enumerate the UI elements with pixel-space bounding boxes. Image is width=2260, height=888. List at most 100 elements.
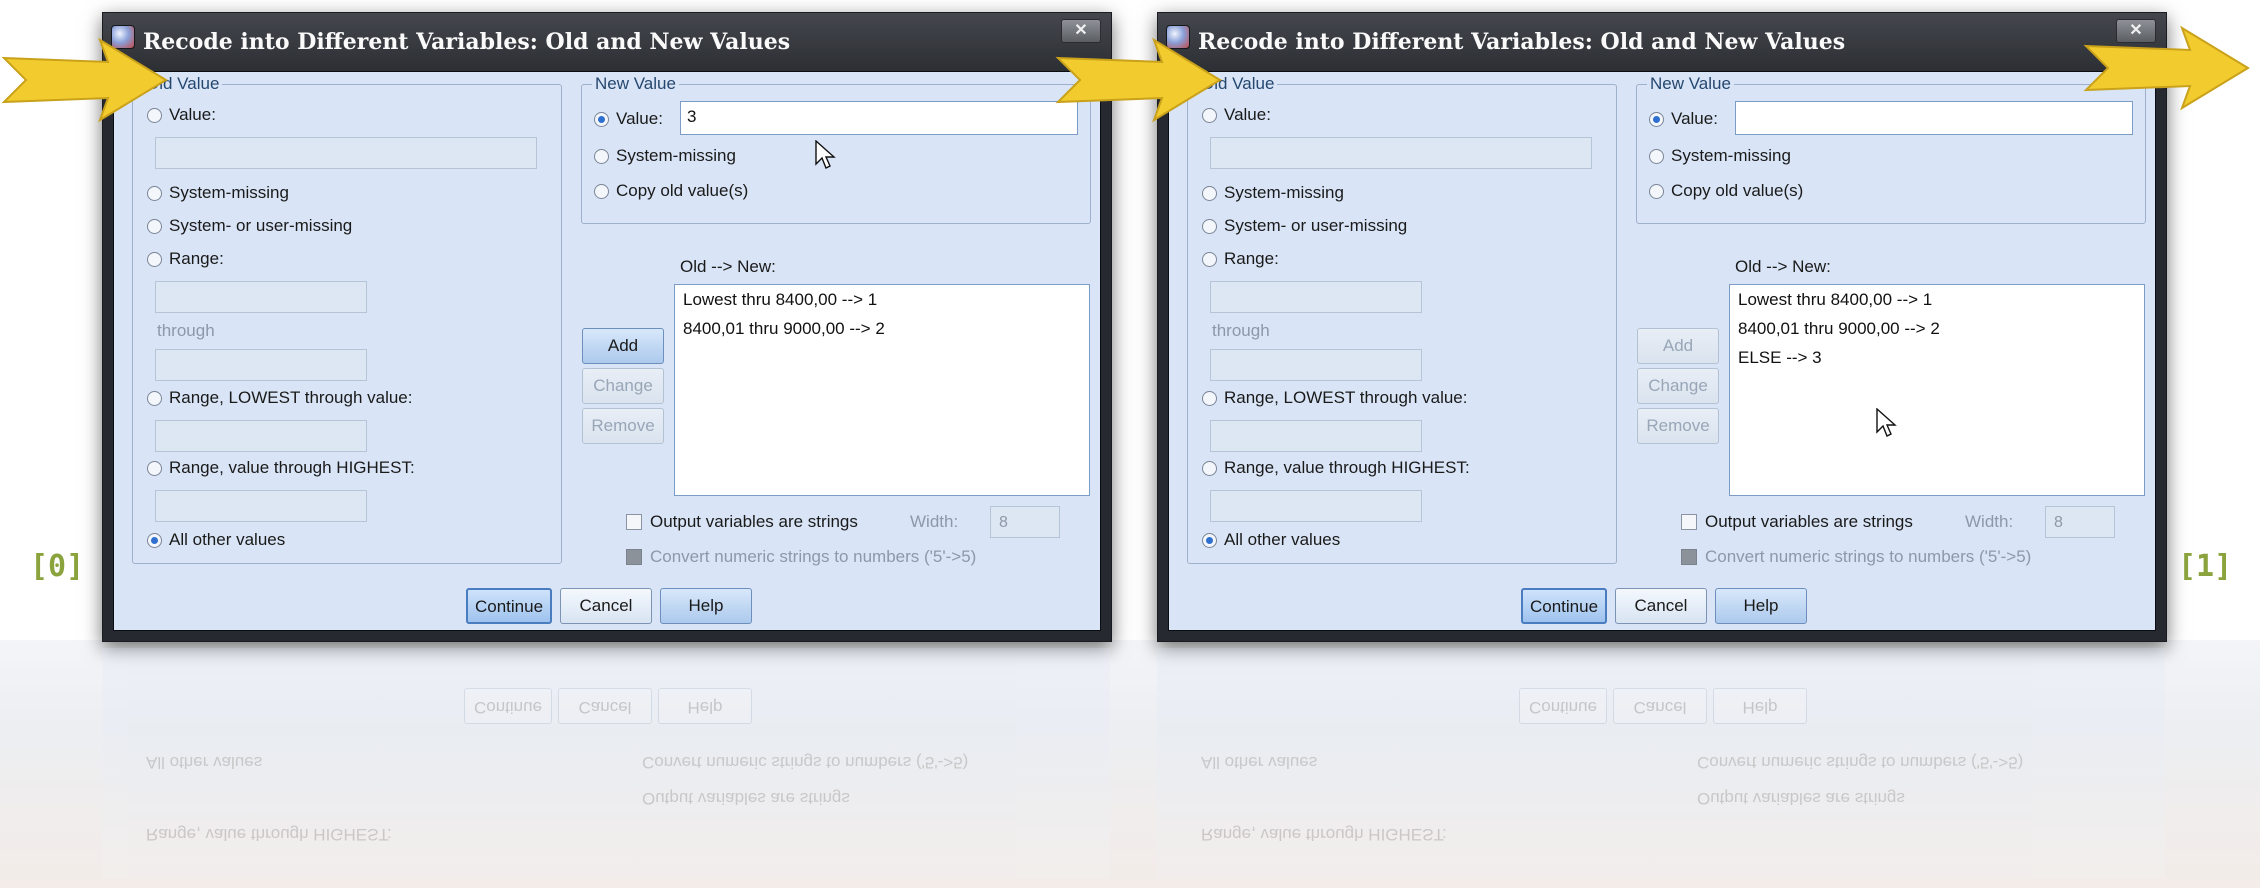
reflected-range-highest: Range, value through HIGHEST: [146,825,392,844]
new-opt-copy-old[interactable]: Copy old value(s) [594,181,748,201]
remove-button[interactable]: Remove [582,408,664,444]
radio-icon[interactable] [1649,148,1664,164]
old-opt-system-missing[interactable]: System-missing [1202,183,1344,203]
new-value-input[interactable] [1735,101,2133,135]
old-opt-range[interactable]: Range: [1202,249,1279,269]
radio-icon[interactable] [1202,390,1217,406]
list-item[interactable]: Lowest thru 8400,00 --> 1 [1730,285,2144,314]
old-opt-sys-user-missing[interactable]: System- or user-missing [147,216,352,236]
radio-icon[interactable] [147,390,162,406]
checkbox-icon[interactable] [626,514,642,530]
radio-icon[interactable] [1202,460,1217,476]
reflected-convert-numeric: Convert numeric strings to numbers ('5'-… [642,753,969,772]
radio-selected-icon[interactable] [1202,532,1217,548]
radio-icon[interactable] [147,185,162,201]
reflected-continue-button: Continue [1519,688,1607,724]
radio-selected-icon[interactable] [594,111,609,127]
radio-icon[interactable] [147,218,162,234]
title-bar[interactable]: Recode into Different Variables: Old and… [103,13,1111,75]
old-opt-all-other[interactable]: All other values [147,530,285,550]
checkbox-icon[interactable] [1681,549,1697,565]
new-opt-value[interactable]: Value: [594,109,663,129]
range-highest-input[interactable] [155,490,367,522]
reflected-help-button: Help [1713,688,1807,724]
step-arrow-icon [1,37,168,123]
panel-label-1: [1] [2178,549,2233,584]
reflected-range-highest: Range, value through HIGHEST: [1201,825,1447,844]
recode-dialog-1: Recode into Different Variables: Old and… [1157,12,2167,642]
help-button[interactable]: Help [1715,588,1807,624]
add-button[interactable]: Add [1637,328,1719,364]
old-opt-range-lowest[interactable]: Range, LOWEST through value: [1202,388,1468,408]
output-strings-checkbox[interactable]: Output variables are strings [1681,512,1913,532]
range-lowest-input[interactable] [1210,420,1422,452]
width-label: Width: [1965,512,2014,531]
range-lowest-input[interactable] [155,420,367,452]
list-item[interactable]: ELSE --> 3 [1730,343,2144,372]
new-value-input[interactable]: 3 [680,101,1078,135]
reflected-output-strings: Output variables are strings [642,789,850,808]
dialog-title: Recode into Different Variables: Old and… [1198,29,1846,55]
width-input[interactable]: 8 [990,506,1060,538]
old-value-group: Old Value Value: System-missing System- … [1187,74,1617,564]
old-new-label: Old --> New: [1735,257,1831,276]
cancel-button[interactable]: Cancel [560,588,652,624]
radio-icon[interactable] [1649,183,1664,199]
width-label: Width: [910,512,959,531]
new-opt-system-missing[interactable]: System-missing [1649,146,1791,166]
range-to-input[interactable] [1210,349,1422,381]
continue-button[interactable]: Continue [466,588,552,624]
radio-icon[interactable] [594,183,609,199]
list-item[interactable]: Lowest thru 8400,00 --> 1 [675,285,1089,314]
radio-selected-icon[interactable] [1649,111,1664,127]
range-from-input[interactable] [1210,281,1422,313]
old-opt-sys-user-missing[interactable]: System- or user-missing [1202,216,1407,236]
radio-icon[interactable] [1202,218,1217,234]
old-opt-range-highest[interactable]: Range, value through HIGHEST: [147,458,415,478]
panel-label-0: [0] [30,549,85,584]
radio-selected-icon[interactable] [147,532,162,548]
old-opt-all-other[interactable]: All other values [1202,530,1340,550]
reflected-all-other: All other values [146,753,263,772]
old-opt-system-missing[interactable]: System-missing [147,183,289,203]
old-opt-range[interactable]: Range: [147,249,224,269]
dialog-client: Old Value Value: System-missing System- … [113,71,1101,631]
change-button[interactable]: Change [582,368,664,404]
list-item[interactable]: 8400,01 thru 9000,00 --> 2 [1730,314,2144,343]
checkbox-icon[interactable] [626,549,642,565]
radio-icon[interactable] [147,251,162,267]
list-item[interactable]: 8400,01 thru 9000,00 --> 2 [675,314,1089,343]
new-opt-system-missing[interactable]: System-missing [594,146,736,166]
output-strings-checkbox[interactable]: Output variables are strings [626,512,858,532]
old-new-list[interactable]: Lowest thru 8400,00 --> 1 8400,01 thru 9… [674,284,1090,496]
help-button[interactable]: Help [660,588,752,624]
radio-icon[interactable] [147,460,162,476]
new-value-group: New Value Value: System-missing Copy old… [1636,74,2146,224]
convert-numeric-checkbox[interactable]: Convert numeric strings to numbers ('5'-… [1681,547,2031,567]
checkbox-icon[interactable] [1681,514,1697,530]
old-value-input[interactable] [155,137,537,169]
reflected-help-button: Help [658,688,752,724]
new-opt-value[interactable]: Value: [1649,109,1718,129]
range-from-input[interactable] [155,281,367,313]
reflected-continue-button: Continue [464,688,552,724]
radio-icon[interactable] [1202,185,1217,201]
old-new-list[interactable]: Lowest thru 8400,00 --> 1 8400,01 thru 9… [1729,284,2145,496]
old-opt-range-highest[interactable]: Range, value through HIGHEST: [1202,458,1470,478]
cancel-button[interactable]: Cancel [1615,588,1707,624]
new-opt-copy-old[interactable]: Copy old value(s) [1649,181,1803,201]
title-bar[interactable]: Recode into Different Variables: Old and… [1158,13,2166,75]
add-button[interactable]: Add [582,328,664,364]
continue-button[interactable]: Continue [1521,588,1607,624]
range-to-input[interactable] [155,349,367,381]
convert-numeric-checkbox[interactable]: Convert numeric strings to numbers ('5'-… [626,547,976,567]
radio-icon[interactable] [594,148,609,164]
radio-icon[interactable] [1202,251,1217,267]
remove-button[interactable]: Remove [1637,408,1719,444]
range-highest-input[interactable] [1210,490,1422,522]
change-button[interactable]: Change [1637,368,1719,404]
old-opt-range-lowest[interactable]: Range, LOWEST through value: [147,388,413,408]
old-value-input[interactable] [1210,137,1592,169]
width-input[interactable]: 8 [2045,506,2115,538]
new-value-legend: New Value [1647,74,1734,94]
